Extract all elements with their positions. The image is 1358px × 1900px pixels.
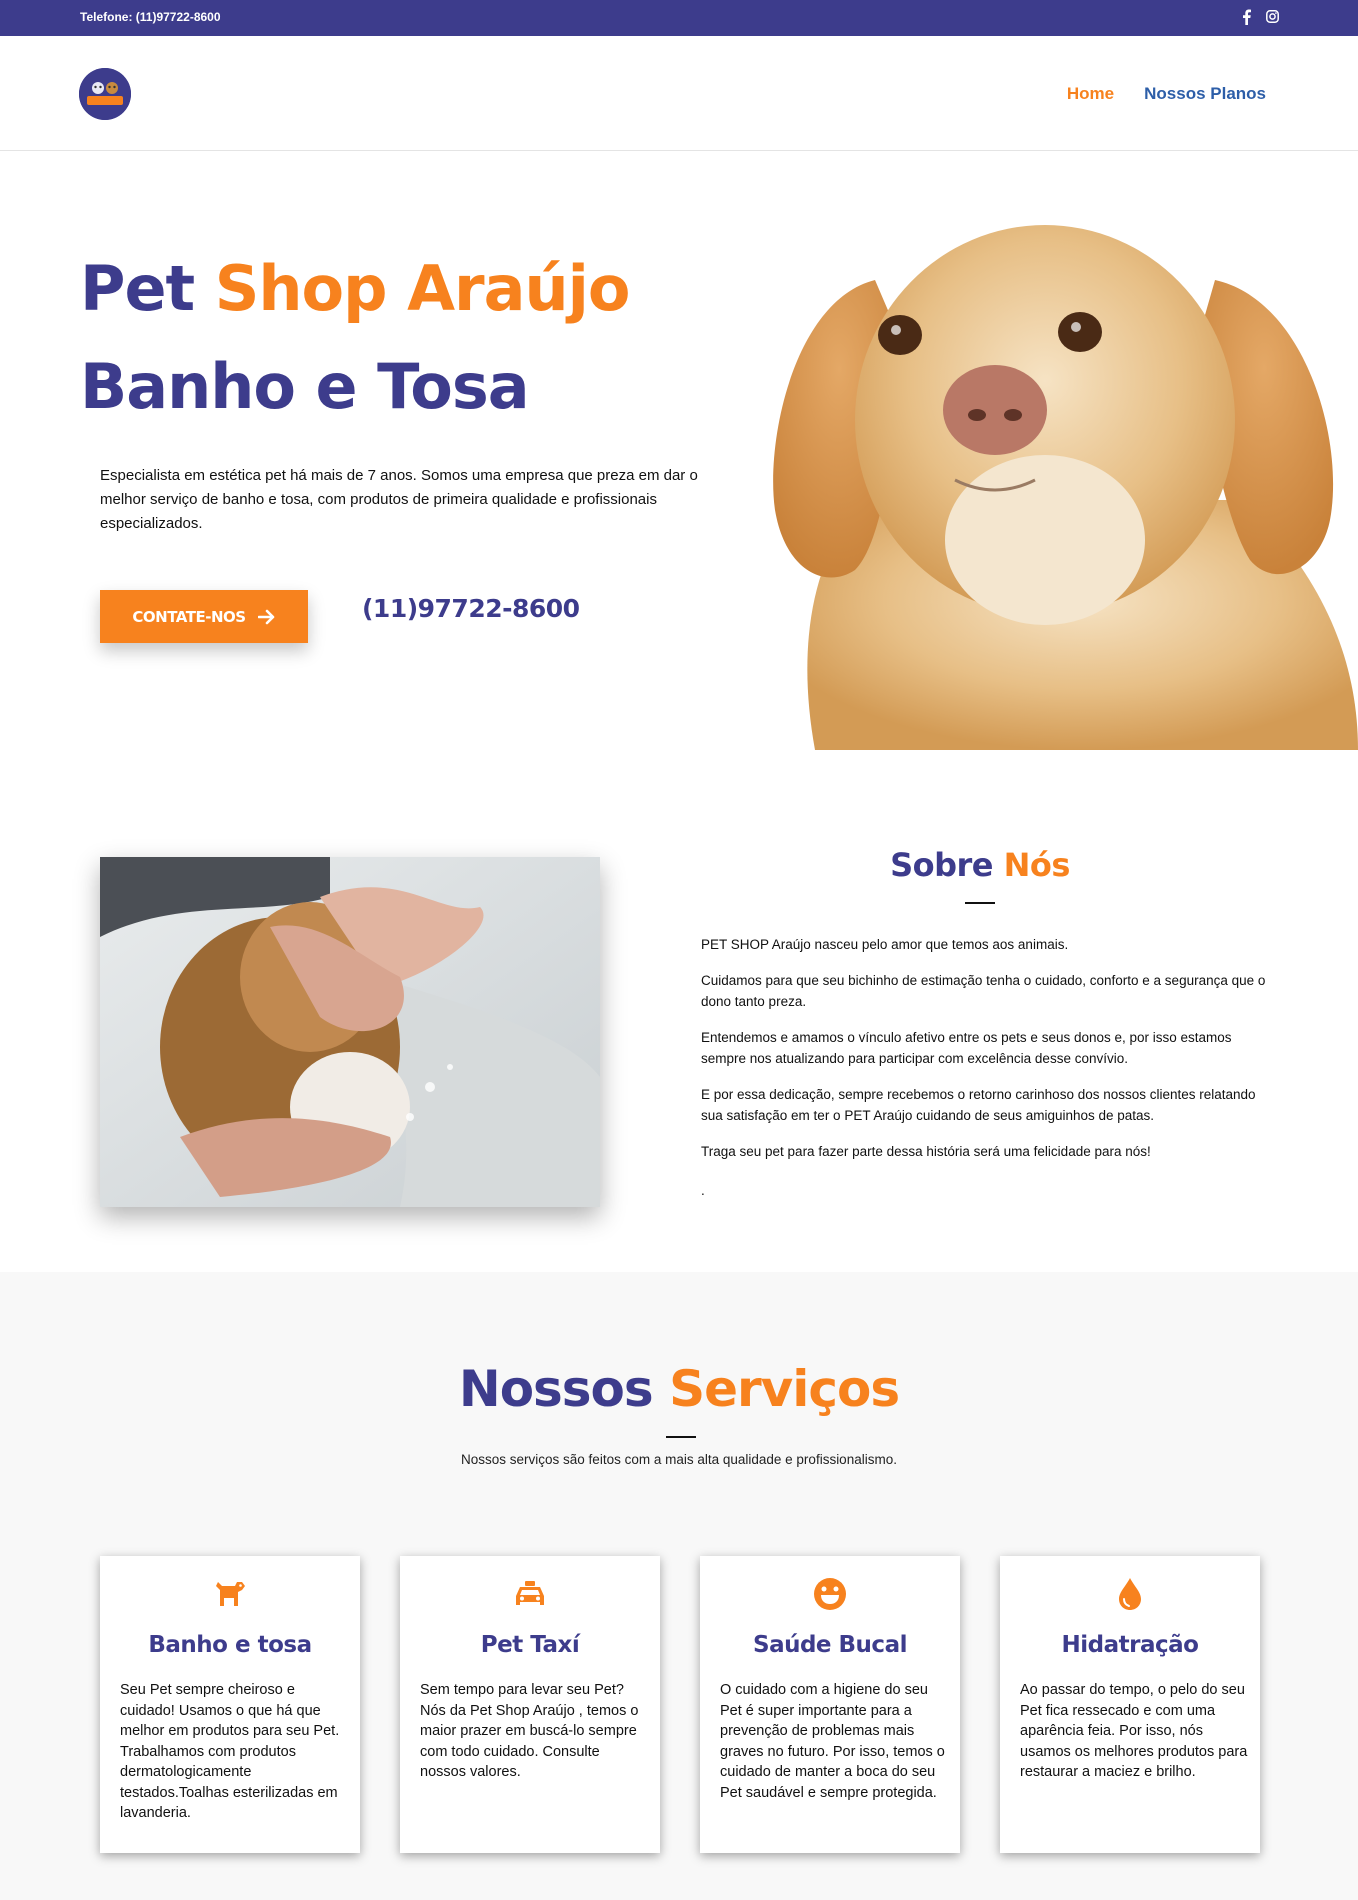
instagram-icon[interactable] [1266, 9, 1280, 25]
about-paragraph: . [701, 1183, 705, 1198]
service-card-taxi: Pet Taxí Sem tempo para levar seu Pet? N… [400, 1556, 660, 1853]
contact-button-label: CONTATE-NOS [132, 607, 246, 626]
nav-home-link[interactable]: Home [1067, 84, 1114, 104]
service-text: O cuidado com a higiene do seu Pet é sup… [720, 1682, 945, 1801]
nav-plans-link[interactable]: Nossos Planos [1144, 84, 1266, 104]
taxi-icon [512, 1576, 548, 1612]
droplet-icon [1112, 1576, 1148, 1612]
top-bar: Telefone: (11)97722-8600 [0, 0, 1358, 36]
service-title: Banho e tosa [148, 1632, 312, 1658]
services-title-part2: Serviços [669, 1360, 900, 1418]
hero-phone[interactable]: (11)97722-8600 [362, 594, 580, 623]
service-text: Sem tempo para levar seu Pet? Nós da Pet… [420, 1682, 639, 1780]
service-title: Saúde Bucal [753, 1632, 907, 1658]
services-divider [666, 1436, 696, 1438]
topbar-phone: Telefone: (11)97722-8600 [80, 10, 221, 24]
hero-title-pet: Pet [80, 252, 215, 325]
service-text: Seu Pet sempre cheiroso e cuidado! Usamo… [120, 1682, 340, 1821]
social-links [1242, 9, 1280, 25]
about-title-part1: Sobre [890, 846, 1004, 884]
about-dog-bath-image [100, 857, 600, 1207]
facebook-icon[interactable] [1242, 9, 1256, 25]
service-card-hidratacao: Hidatração Ao passar do tempo, o pelo do… [1000, 1556, 1260, 1853]
dog-icon [212, 1576, 248, 1612]
site-logo[interactable] [79, 68, 131, 120]
service-card-banho: Banho e tosa Seu Pet sempre cheiroso e c… [100, 1556, 360, 1853]
services-section: Nossos Serviços Nossos serviços são feit… [0, 1272, 1358, 1900]
about-title-part2: Nós [1003, 846, 1071, 884]
hero-title-line2: Banho e Tosa [80, 350, 530, 423]
about-divider [965, 902, 995, 904]
contact-button[interactable]: CONTATE-NOS [100, 590, 308, 643]
arrow-right-icon [257, 609, 274, 624]
about-paragraph: Entendemos e amamos o vínculo afetivo en… [701, 1030, 1232, 1066]
about-text: PET SHOP Araújo nasceu pelo amor que tem… [701, 934, 1271, 1216]
about-paragraph: Traga seu pet para fazer parte dessa his… [701, 1144, 1151, 1159]
site-header: Home Nossos Planos [0, 36, 1358, 151]
services-title-part1: Nossos [458, 1360, 670, 1418]
about-paragraph: E por essa dedicação, sempre recebemos o… [701, 1087, 1256, 1123]
smile-icon [812, 1576, 848, 1612]
hero-description: Especialista em estética pet há mais de … [100, 467, 698, 532]
services-title: Nossos Serviços [0, 1360, 1358, 1418]
service-card-saude: Saúde Bucal O cuidado com a higiene do s… [700, 1556, 960, 1853]
hero-dog-image [755, 210, 1358, 750]
service-title: Pet Taxí [480, 1632, 580, 1658]
hero-title: Pet Shop Araújo Banho e Tosa [80, 240, 631, 436]
service-title: Hidatração [1061, 1632, 1199, 1658]
services-subtitle: Nossos serviços são feitos com a mais al… [461, 1452, 897, 1467]
about-paragraph: PET SHOP Araújo nasceu pelo amor que tem… [701, 937, 1069, 952]
hero-title-shop: Shop Araújo [214, 252, 631, 325]
main-nav: Home Nossos Planos [1067, 84, 1266, 104]
about-paragraph: Cuidamos para que seu bichinho de estima… [701, 973, 1266, 1009]
service-text: Ao passar do tempo, o pelo do seu Pet fi… [1020, 1682, 1248, 1780]
about-title: Sobre Nós [700, 846, 1260, 884]
